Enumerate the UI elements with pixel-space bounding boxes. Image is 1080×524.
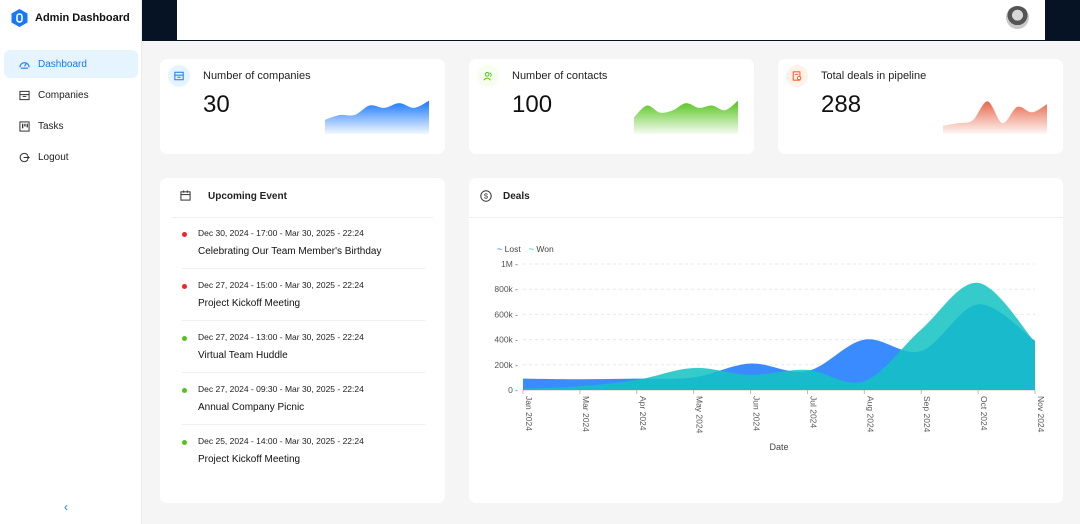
- event-date: Dec 27, 2024 - 09:30 - Mar 30, 2025 - 22…: [198, 384, 364, 394]
- stat-value: 288: [821, 91, 862, 118]
- list-item[interactable]: Dec 27, 2024 - 09:30 - Mar 30, 2025 - 22…: [160, 373, 445, 425]
- y-tick-label: 800k -: [494, 284, 518, 294]
- sidebar-item-label: Dashboard: [38, 58, 87, 70]
- logout-icon: [19, 153, 30, 163]
- sparkline-area: [634, 100, 738, 134]
- event-date: Dec 30, 2024 - 17:00 - Mar 30, 2025 - 22…: [198, 228, 364, 238]
- stat-value: 30: [203, 91, 230, 118]
- stat-label: Total deals in pipeline: [821, 70, 927, 82]
- svg-text:$: $: [484, 192, 489, 201]
- event-title: Annual Company Picnic: [198, 402, 305, 413]
- shop-icon: [168, 65, 190, 87]
- y-tick-label: 600k -: [494, 309, 518, 319]
- stat-card-companies: Number of companies 30: [160, 59, 445, 154]
- sidebar: Admin Dashboard Dashboard Companies Task…: [0, 0, 142, 524]
- event-date: Dec 27, 2024 - 15:00 - Mar 30, 2025 - 22…: [198, 280, 364, 290]
- event-date: Dec 27, 2024 - 13:00 - Mar 30, 2025 - 22…: [198, 332, 364, 342]
- app-logo-icon: [11, 9, 28, 27]
- x-tick-label: Mar 2024: [581, 396, 591, 432]
- deals-card: $ Deals ~ Lost ~ Won 0 -200k -400k -600k…: [469, 178, 1063, 503]
- panel-title: Deals: [503, 191, 530, 202]
- calendar-icon: [180, 190, 191, 201]
- list-item[interactable]: Dec 27, 2024 - 13:00 - Mar 30, 2025 - 22…: [160, 321, 445, 373]
- y-tick-label: 0 -: [508, 385, 518, 395]
- project-icon: [19, 121, 30, 132]
- x-tick-label: Jan 2024: [524, 396, 534, 431]
- status-dot: [182, 336, 187, 341]
- upcoming-events-card: Upcoming Event Dec 30, 2024 - 17:00 - Ma…: [160, 178, 445, 503]
- stat-label: Number of companies: [203, 70, 311, 82]
- sparkline-area: [325, 100, 429, 134]
- panel-title: Upcoming Event: [208, 191, 287, 202]
- y-tick-label: 400k -: [494, 335, 518, 345]
- team-icon: [477, 65, 499, 87]
- audit-icon: [786, 65, 808, 87]
- y-tick-label: 200k -: [494, 360, 518, 370]
- list-item[interactable]: Dec 30, 2024 - 17:00 - Mar 30, 2025 - 22…: [160, 217, 445, 269]
- dashboard-icon: [19, 61, 30, 69]
- sidebar-item-label: Tasks: [38, 121, 64, 133]
- status-dot: [182, 284, 187, 289]
- x-tick-label: Aug 2024: [865, 396, 875, 433]
- brand[interactable]: Admin Dashboard: [11, 9, 130, 27]
- deals-area-chart: 0 - 200k - 400k - 600k - 800k - 1M - Jan 2024 M…: [494, 259, 1046, 452]
- dollar-icon: $: [480, 190, 492, 202]
- event-title: Project Kickoff Meeting: [198, 454, 301, 465]
- event-title: Project Kickoff Meeting: [198, 298, 301, 309]
- list-item[interactable]: Dec 27, 2024 - 15:00 - Mar 30, 2025 - 22…: [160, 269, 445, 321]
- sidebar-collapse-button[interactable]: ‹: [64, 500, 68, 514]
- x-tick-label: May 2024: [695, 396, 705, 434]
- sidebar-item-tasks[interactable]: Tasks: [4, 113, 138, 141]
- sidebar-item-dashboard[interactable]: Dashboard: [4, 50, 138, 78]
- sparkline-deals: [943, 101, 1047, 134]
- x-tick-label: Apr 2024: [638, 396, 648, 431]
- shop-icon: [19, 90, 30, 100]
- sidebar-item-logout[interactable]: Logout: [4, 144, 138, 172]
- stat-label: Number of contacts: [512, 70, 608, 82]
- sidebar-item-companies[interactable]: Companies: [4, 81, 138, 109]
- x-axis-label: Date: [769, 442, 788, 452]
- stat-value: 100: [512, 91, 553, 118]
- stat-card-contacts: Number of contacts 100: [469, 59, 754, 154]
- user-avatar[interactable]: [1006, 6, 1029, 29]
- sparkline-area: [943, 101, 1047, 134]
- status-dot: [182, 440, 187, 445]
- sidebar-item-label: Companies: [38, 89, 89, 101]
- list-item[interactable]: Dec 25, 2024 - 14:00 - Mar 30, 2025 - 22…: [160, 425, 445, 477]
- y-tick-label: 1M -: [501, 259, 518, 269]
- sparkline-companies: [325, 100, 429, 134]
- stat-card-deals: Total deals in pipeline 288: [778, 59, 1063, 154]
- x-tick-label: Jun 2024: [752, 396, 762, 431]
- x-tick-label: Oct 2024: [979, 396, 989, 431]
- event-date: Dec 25, 2024 - 14:00 - Mar 30, 2025 - 22…: [198, 436, 364, 446]
- header-content: [177, 0, 1045, 40]
- x-tick-label: Jul 2024: [808, 396, 818, 428]
- event-title: Virtual Team Huddle: [198, 350, 288, 361]
- sparkline-contacts: [634, 100, 738, 134]
- x-tick-label: Nov 2024: [1036, 396, 1046, 433]
- sidebar-item-label: Logout: [38, 152, 69, 164]
- status-dot: [182, 388, 187, 393]
- area-won: [523, 282, 1035, 390]
- app-title: Admin Dashboard: [35, 12, 130, 24]
- status-dot: [182, 232, 187, 237]
- event-title: Celebrating Our Team Member's Birthday: [198, 246, 382, 257]
- x-tick-label: Sep 2024: [922, 396, 932, 433]
- sidebar-nav: Dashboard Companies Tasks Logout: [4, 50, 138, 175]
